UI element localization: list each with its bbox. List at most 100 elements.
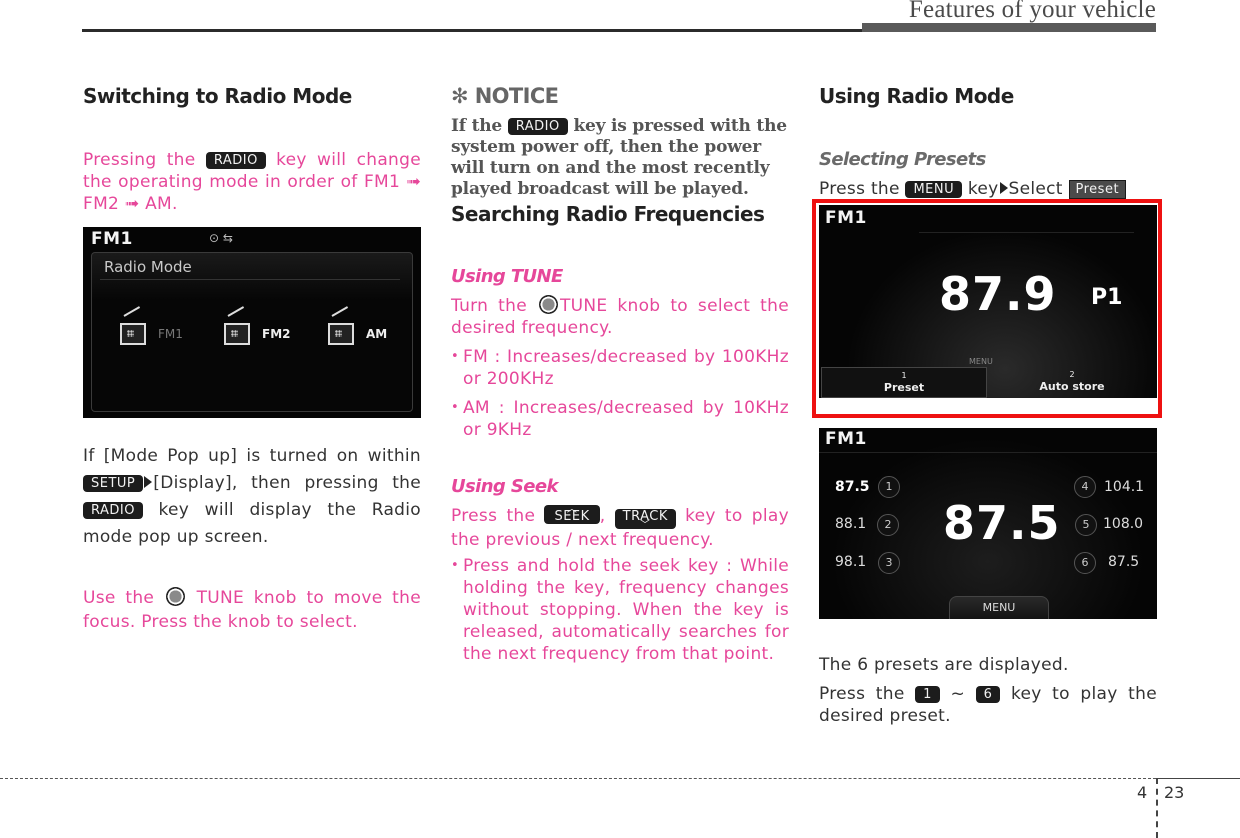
heading-searching-radio-frequencies: Searching Radio Frequencies: [451, 202, 765, 226]
band-label: FM1: [825, 429, 867, 449]
panel-title: Radio Mode: [104, 258, 192, 276]
chevron-down-icon: ﹀: [639, 520, 651, 531]
text: Select: [1008, 179, 1063, 199]
preset-key-6: 6: [975, 686, 1001, 703]
seek-key: ︿ SEEK: [544, 504, 600, 524]
radio-icon: [328, 323, 354, 345]
mode-popup-paragraph: If [Mode Pop up] is turned on within SET…: [83, 443, 421, 551]
text: [Display], then pressing the: [153, 473, 421, 493]
preset-button-3[interactable]: 3: [878, 552, 900, 574]
page-number: 23: [1164, 783, 1185, 802]
text: Press the: [451, 506, 536, 526]
text: key: [967, 179, 999, 199]
tune-bullet-fm: FM : Increases/decreased by 100KHz or 20…: [451, 346, 789, 390]
text: Use the: [83, 588, 155, 608]
mode-option-am[interactable]: AM: [328, 323, 387, 345]
arrow-right-icon: [999, 182, 1008, 194]
mode-label: AM: [366, 327, 388, 341]
preset-button-5[interactable]: 5: [1075, 514, 1097, 536]
header-rule: [82, 29, 862, 32]
disc-usb-status-icon: ⊙ ⇆: [209, 231, 233, 245]
radio-icon: [120, 323, 146, 345]
footer-rule: [0, 778, 1156, 779]
text: ~: [950, 684, 966, 704]
text: If the: [451, 116, 503, 136]
preset-freq-3[interactable]: 98.1: [835, 554, 866, 570]
divider: [919, 232, 1134, 233]
setup-key: SETUP: [83, 475, 144, 492]
divider: [819, 452, 1157, 453]
radio-mode-popup-screen: FM1 ⊙ ⇆ Radio Mode FM1 FM2 AM: [83, 227, 421, 418]
option-number: 1: [901, 371, 907, 380]
heading-switching-radio-mode: Switching to Radio Mode: [83, 84, 352, 108]
mode-label: FM2: [262, 327, 291, 341]
tune-bullet-am: AM : Increases/decreased by 10KHz or 9KH…: [451, 397, 789, 441]
subheading-using-seek: Using Seek: [451, 476, 558, 497]
seek-paragraph: Press the ︿ SEEK, TRACK ﹀ key to play the …: [451, 504, 789, 551]
tune-paragraph: Turn the TUNE knob to select the desired…: [451, 295, 789, 339]
option-label: Preset: [883, 381, 925, 394]
text: If [Mode Pop up] is turned on within: [83, 446, 421, 466]
menu-option-auto-store[interactable]: 2 Auto store: [989, 367, 1155, 398]
text: Turn the: [451, 296, 527, 316]
preset-indicator: P1: [1091, 285, 1123, 310]
preset-button-2[interactable]: 2: [877, 514, 899, 536]
divider: [100, 279, 400, 280]
radio-menu-screen: FM1 87.9 P1 MENU 1 Preset 2 Auto store: [819, 205, 1157, 398]
tune-knob-icon: [165, 587, 185, 606]
menu-tab-button[interactable]: MENU: [949, 596, 1049, 619]
mode-label: FM1: [158, 327, 183, 341]
preset-freq-2[interactable]: 88.1: [835, 516, 866, 532]
seek-bullet: Press and hold the seek key : While hold…: [451, 555, 789, 665]
presets-displayed-text: The 6 presets are displayed.: [819, 655, 1069, 675]
notice-title: ✻ NOTICE: [451, 84, 559, 108]
radio-key: RADIO: [507, 118, 568, 135]
preset-button-label: Preset: [1068, 180, 1127, 199]
radio-icon: [224, 323, 250, 345]
radio-key: RADIO: [83, 502, 143, 519]
chevron-up-icon: ︿: [566, 504, 578, 515]
preset-key-1: 1: [915, 686, 940, 703]
text: key is pressed with the system power off…: [451, 116, 787, 199]
menu-label: MENU: [969, 357, 993, 366]
subheading-using-tune: Using TUNE: [451, 266, 563, 287]
text: ,: [599, 506, 606, 526]
section-number: 4: [1137, 783, 1148, 802]
menu-key: MENU: [905, 181, 963, 198]
preset-freq-4[interactable]: 104.1: [1104, 479, 1144, 495]
preset-button-4[interactable]: 4: [1074, 476, 1096, 498]
running-header-title: Features of your vehicle: [908, 0, 1156, 23]
text: Pressing the: [83, 150, 196, 170]
tune-knob-icon: [538, 295, 558, 314]
arrow-right-icon: [144, 476, 153, 488]
select-preset-paragraph: Press the MENU key Select Preset: [819, 178, 1164, 200]
preset-freq-5[interactable]: 108.0: [1103, 516, 1143, 532]
radio-mode-paragraph: Pressing the RADIO key will change the o…: [83, 149, 421, 215]
band-label: FM1: [91, 229, 133, 249]
current-frequency: 87.9: [939, 267, 1057, 321]
radio-key: RADIO: [205, 152, 266, 169]
mode-option-fm2[interactable]: FM2: [224, 323, 291, 345]
tune-knob-paragraph: Use the TUNE knob to move the focus. Pre…: [83, 586, 421, 634]
option-number: 2: [1069, 370, 1075, 379]
radio-presets-screen: FM1 87.5 87.5 1 88.1 2 98.1 3 4 104.1 5 …: [819, 428, 1157, 619]
notice-body: If the RADIO key is pressed with the sys…: [451, 116, 789, 200]
text: Press the: [819, 684, 905, 704]
footer-rule-solid: [1158, 778, 1240, 779]
text: Press the: [819, 179, 900, 199]
radio-mode-panel: Radio Mode FM1 FM2 AM: [91, 252, 413, 412]
preset-button-1[interactable]: 1: [878, 476, 900, 498]
track-key: TRACK ﹀: [614, 509, 676, 531]
preset-freq-1[interactable]: 87.5: [835, 479, 870, 495]
footer-divider: [1156, 778, 1158, 838]
heading-using-radio-mode: Using Radio Mode: [819, 84, 1014, 108]
subheading-selecting-presets: Selecting Presets: [819, 149, 986, 170]
mode-option-fm1[interactable]: FM1: [120, 323, 183, 345]
header-bar: [862, 23, 1156, 32]
preset-button-6[interactable]: 6: [1074, 552, 1096, 574]
preset-freq-6[interactable]: 87.5: [1108, 554, 1139, 570]
band-label: FM1: [825, 208, 867, 228]
option-label: Auto store: [1039, 380, 1105, 393]
menu-option-preset[interactable]: 1 Preset: [821, 367, 987, 398]
play-preset-paragraph: Press the 1 ~ 6 key to play the desired …: [819, 683, 1157, 727]
